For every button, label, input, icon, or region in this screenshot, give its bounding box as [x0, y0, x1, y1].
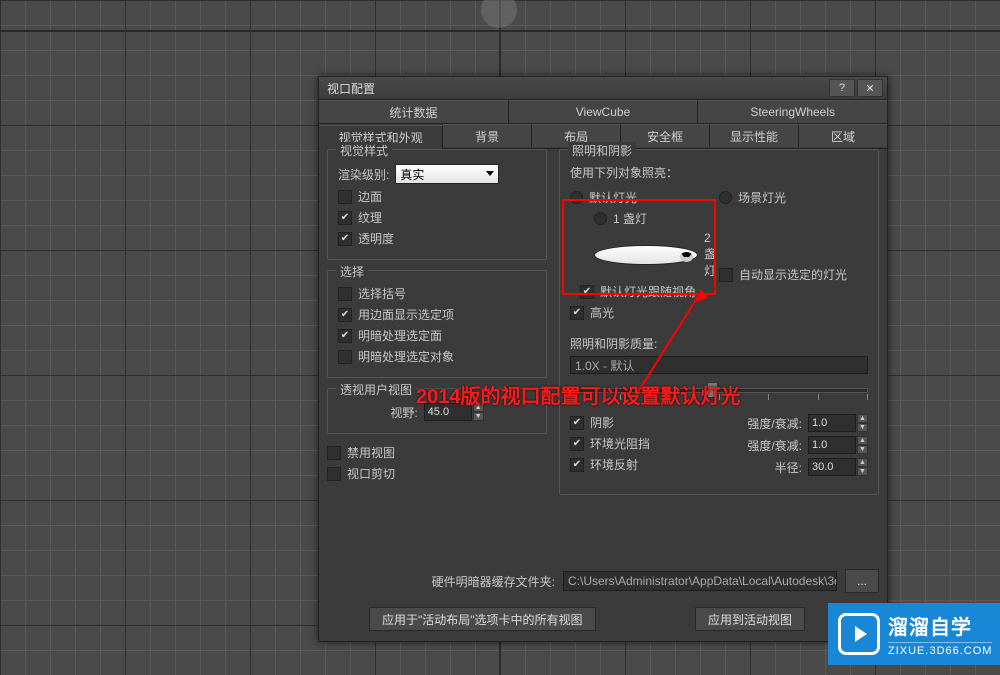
- dialog-titlebar[interactable]: 视口配置 ? ✕: [319, 77, 887, 100]
- tab-steeringwheels[interactable]: SteeringWheels: [698, 100, 887, 123]
- tab-region[interactable]: 区域: [799, 124, 887, 147]
- quality-label: 照明和阴影质量:: [570, 335, 657, 352]
- legend-selection: 选择: [336, 263, 368, 280]
- cb-shade-face[interactable]: [338, 329, 352, 343]
- cb-shade-obj[interactable]: [338, 350, 352, 364]
- dialog-title: 视口配置: [327, 80, 827, 97]
- cb-highlight[interactable]: [570, 306, 584, 320]
- illum-label: 使用下列对象照亮：: [570, 164, 678, 181]
- lbl-transparency: 透明度: [358, 230, 394, 247]
- intensity2-label: 强度/衰减:: [747, 437, 802, 454]
- cb-ao[interactable]: [570, 437, 584, 451]
- viewport-config-dialog: 视口配置 ? ✕ 统计数据 ViewCube SteeringWheels 视觉…: [318, 76, 888, 642]
- intensity1-input[interactable]: [808, 414, 856, 432]
- rb-scene-light[interactable]: [719, 191, 732, 204]
- radius-label: 半径:: [775, 459, 802, 476]
- group-selection: 选择 选择括号 用边面显示选定项 明暗处理选定面 明暗处理选定对象: [327, 270, 547, 378]
- tab-viewcube[interactable]: ViewCube: [509, 100, 699, 123]
- cb-shadow[interactable]: [570, 416, 584, 430]
- help-button[interactable]: ?: [829, 79, 855, 97]
- cb-edge-sel[interactable]: [338, 308, 352, 322]
- lbl-default-light: 默认灯光: [589, 189, 637, 206]
- watermark-brand: 溜溜自学: [888, 611, 992, 640]
- cb-auto-show[interactable]: [719, 268, 733, 282]
- lbl-shade-obj: 明暗处理选定对象: [358, 348, 454, 365]
- lbl-edge-faces: 边面: [358, 188, 382, 205]
- legend-persp: 透视用户视图: [336, 381, 416, 398]
- rb-default-light[interactable]: [570, 191, 583, 204]
- radius-input[interactable]: [808, 458, 856, 476]
- tab-background[interactable]: 背景: [443, 124, 532, 147]
- tabs-row-1: 统计数据 ViewCube SteeringWheels: [319, 100, 887, 124]
- cb-disable-viewport[interactable]: [327, 446, 341, 460]
- rb-one-light[interactable]: [594, 212, 607, 225]
- intensity2-spinner[interactable]: ▲▼: [808, 436, 868, 454]
- lbl-scene-light: 场景灯光: [738, 189, 786, 206]
- intensity1-label: 强度/衰减:: [747, 415, 802, 432]
- intensity2-input[interactable]: [808, 436, 856, 454]
- watermark-url: ZIXUE.3D66.COM: [888, 642, 992, 657]
- lbl-one-light: 1 盏灯: [613, 210, 647, 227]
- rb-two-light[interactable]: [594, 245, 698, 265]
- intensity1-spinner[interactable]: ▲▼: [808, 414, 868, 432]
- tab-statistics[interactable]: 统计数据: [319, 100, 509, 123]
- fov-label: 视野:: [390, 404, 417, 421]
- group-lighting: 照明和阴影 使用下列对象照亮： 默认灯光 1 盏灯 2 盏灯 默认灯光跟随视角 …: [559, 149, 879, 495]
- lbl-auto-show: 自动显示选定的灯光: [739, 266, 847, 283]
- watermark-logo-icon: [838, 613, 880, 655]
- cb-edge-faces[interactable]: [338, 190, 352, 204]
- cb-transparency[interactable]: [338, 232, 352, 246]
- lbl-highlight: 高光: [590, 304, 614, 321]
- fov-down[interactable]: ▼: [473, 412, 484, 421]
- legend-lighting: 照明和阴影: [568, 142, 636, 159]
- apply-active-button[interactable]: 应用到活动视图: [695, 607, 805, 631]
- cb-reflect[interactable]: [570, 458, 584, 472]
- lbl-follow-view: 默认灯光跟随视角: [600, 283, 696, 300]
- close-button[interactable]: ✕: [857, 79, 883, 97]
- cb-sel-bracket[interactable]: [338, 287, 352, 301]
- quality-value[interactable]: 1.0X - 默认: [570, 356, 868, 374]
- lbl-edge-sel: 用边面显示选定项: [358, 306, 454, 323]
- lbl-ao: 环境光阻挡: [590, 435, 650, 452]
- annotation-text: 2014版的视口配置可以设置默认灯光: [416, 380, 741, 409]
- apply-layout-button[interactable]: 应用于"活动布局"选项卡中的所有视图: [369, 607, 596, 631]
- tab-display-perf[interactable]: 显示性能: [710, 124, 799, 147]
- watermark: 溜溜自学 ZIXUE.3D66.COM: [828, 603, 1000, 665]
- group-visual-style: 视觉样式 渲染级别: 真实 边面 纹理 透明度: [327, 149, 547, 260]
- cache-path[interactable]: C:\Users\Administrator\AppData\Local\Aut…: [563, 571, 837, 591]
- lbl-disable-viewport: 禁用视图: [347, 444, 395, 461]
- cb-viewport-clip[interactable]: [327, 467, 341, 481]
- cb-follow-view[interactable]: [580, 285, 594, 299]
- render-level-label: 渲染级别:: [338, 166, 389, 183]
- lbl-viewport-clip: 视口剪切: [347, 465, 395, 482]
- lbl-reflect: 环境反射: [590, 456, 638, 473]
- lbl-shade-face: 明暗处理选定面: [358, 327, 442, 344]
- legend-visual-style: 视觉样式: [336, 142, 392, 159]
- lbl-sel-bracket: 选择括号: [358, 285, 406, 302]
- browse-button[interactable]: ...: [845, 569, 879, 593]
- radius-spinner[interactable]: ▲▼: [808, 458, 868, 476]
- lbl-texture: 纹理: [358, 209, 382, 226]
- render-level-select[interactable]: 真实: [395, 164, 499, 184]
- lbl-shadow: 阴影: [590, 414, 614, 431]
- cb-texture[interactable]: [338, 211, 352, 225]
- cache-label: 硬件明暗器缓存文件夹:: [432, 575, 555, 589]
- lbl-two-light: 2 盏灯: [704, 231, 719, 279]
